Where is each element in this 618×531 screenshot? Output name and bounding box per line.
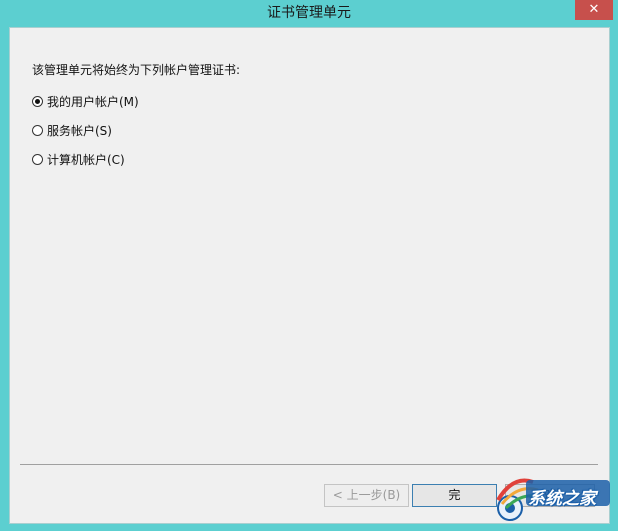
back-button[interactable]: < 上一步(B)	[324, 484, 409, 507]
window-title: 证书管理单元	[267, 5, 351, 21]
radio-label: 我的用户帐户(M)	[47, 94, 139, 109]
dialog-body: 该管理单元将始终为下列帐户管理证书: 我的用户帐户(M) 服务帐户(S) 计算机…	[9, 27, 610, 524]
watermark-text: 系统之家	[528, 489, 596, 509]
radio-service-account[interactable]: 服务帐户(S)	[32, 121, 112, 139]
radio-label: 计算机帐户(C)	[47, 152, 125, 167]
finish-button[interactable]: 完	[412, 484, 497, 507]
divider	[20, 464, 598, 465]
radio-my-user-account[interactable]: 我的用户帐户(M)	[32, 92, 139, 110]
close-button[interactable]: ✕	[575, 0, 613, 20]
radio-button[interactable]	[32, 124, 43, 136]
watermark-logo: 系统之家	[488, 470, 613, 525]
radio-label: 服务帐户(S)	[47, 123, 112, 138]
close-icon: ✕	[588, 2, 600, 17]
radio-button[interactable]	[32, 153, 43, 165]
radio-computer-account[interactable]: 计算机帐户(C)	[32, 150, 125, 168]
radio-button-checked[interactable]	[32, 95, 43, 107]
instruction-text: 该管理单元将始终为下列帐户管理证书:	[32, 63, 241, 77]
